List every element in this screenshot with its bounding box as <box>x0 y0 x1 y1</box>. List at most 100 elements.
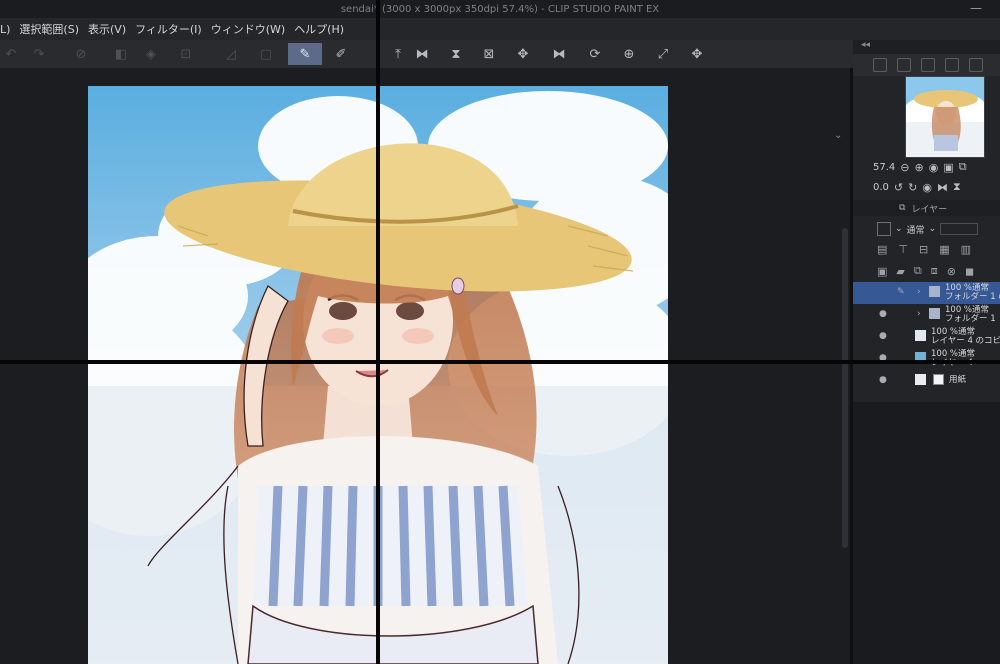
navigator-header: ◂◂ <box>853 40 1000 54</box>
chevron-down-icon[interactable]: ⌄ <box>834 130 842 141</box>
vertical-scrollbar[interactable] <box>842 228 848 548</box>
monitor-bezel-vertical <box>376 0 380 664</box>
lock-icon[interactable]: ⊟ <box>919 243 928 256</box>
menu-item-layer[interactable]: L) <box>0 23 10 36</box>
mirror-icon[interactable]: ⧓ <box>411 43 433 65</box>
folder-icon <box>929 286 940 297</box>
flip-horizontal-icon[interactable]: ⤒ <box>387 43 409 65</box>
minimize-button[interactable]: — <box>970 1 982 15</box>
flip-v-nav-icon[interactable]: ⧗ <box>953 180 961 194</box>
navigator-tabs <box>853 54 1000 76</box>
blend-mode-row: ⌄ 通常 ⌄ <box>877 220 997 238</box>
flip-vertical-icon[interactable]: ⧗ <box>445 43 467 65</box>
crop-icon[interactable]: ⊡ <box>175 43 197 65</box>
monitor-bezel-horizontal <box>0 360 1000 364</box>
rotation-controls: 0.0 ↺ ↻ ◉ ⧓ ⧗ <box>873 178 998 196</box>
paper-icon <box>933 374 944 385</box>
pen-active-icon[interactable]: ✎ <box>288 43 322 65</box>
tab-history-icon[interactable] <box>945 58 959 72</box>
fill-icon[interactable]: ◧ <box>110 43 132 65</box>
tab-navigator-icon[interactable] <box>873 58 887 72</box>
layer-name: フォルダー 1 のコピー <box>945 292 1000 302</box>
lock-transparency-icon[interactable]: ▦ <box>939 243 949 256</box>
transform-icon[interactable]: ◈ <box>140 43 162 65</box>
navigator-thumbnail[interactable] <box>905 76 985 158</box>
layer-name: フォルダー 1 <box>945 314 996 324</box>
chevron-right-icon[interactable]: › <box>917 288 921 297</box>
fit-window-icon[interactable]: ▣ <box>943 161 953 174</box>
layer-row[interactable]: ● 用紙 <box>853 370 1000 392</box>
folder-icon <box>929 308 940 319</box>
panel-collapse-icon[interactable]: ◂◂ <box>861 40 870 50</box>
menu-item-view[interactable]: 表示(V) <box>88 21 126 37</box>
fit-navigator-icon[interactable]: ⧉ <box>959 160 967 174</box>
menu-item-window[interactable]: ウィンドウ(W) <box>211 21 285 37</box>
merge-icon[interactable]: ⧈ <box>931 264 938 278</box>
zoom-icon[interactable]: ⊕ <box>618 43 640 65</box>
title-bar: sendai* (3000 x 3000px 350dpi 57.4%) - C… <box>0 0 1000 18</box>
reset-rotation-icon[interactable]: ◉ <box>922 181 932 194</box>
layer-panel-header: ⧉ レイヤー <box>853 200 1000 216</box>
rotate-icon[interactable]: ⟳ <box>584 43 606 65</box>
mask-icon[interactable]: ▥ <box>961 243 971 256</box>
mask-add-icon[interactable]: ◼ <box>965 265 974 278</box>
select-icon[interactable]: ◿ <box>220 43 242 65</box>
move-layer-icon[interactable]: ✥ <box>686 43 708 65</box>
rotation-value[interactable]: 0.0 <box>873 182 889 193</box>
eye-icon[interactable]: ● <box>879 332 887 341</box>
window-title: sendai* (3000 x 3000px 350dpi 57.4%) - C… <box>340 3 660 15</box>
rotate-right-icon[interactable]: ↻ <box>908 181 917 194</box>
redo-icon[interactable]: ↷ <box>28 43 50 65</box>
copy-layer-icon[interactable]: ⧉ <box>914 264 922 278</box>
new-folder-icon[interactable]: ▰ <box>896 265 904 278</box>
menu-item-selection[interactable]: 選択範囲(S) <box>19 21 79 37</box>
new-raster-layer-icon[interactable]: ▣ <box>877 265 887 278</box>
layer-tools-row: ▤ ⊤ ⊟ ▦ ▥ <box>877 240 999 258</box>
zoom-value[interactable]: 57.4 <box>873 162 895 173</box>
expand-icon[interactable]: ⤢ <box>652 43 674 65</box>
canvas-area[interactable]: ⌄ <box>0 68 850 664</box>
clear-icon[interactable]: ⊘ <box>70 43 92 65</box>
eye-icon[interactable]: ● <box>879 376 887 385</box>
brush-icon[interactable]: ✐ <box>330 43 352 65</box>
blend-mode-select[interactable]: 通常 <box>907 223 925 236</box>
eye-icon[interactable]: ● <box>879 310 887 319</box>
flip-h-nav-icon[interactable]: ⧓ <box>937 181 948 194</box>
layer-list: ✎ › 100 %通常 フォルダー 1 のコピー ● › 100 %通常 フォル… <box>853 282 1000 402</box>
chevron-down-icon[interactable]: ⌄ <box>929 224 937 234</box>
layer-row[interactable]: ✎ › 100 %通常 フォルダー 1 のコピー <box>853 282 1000 304</box>
fit-icon[interactable]: ⊠ <box>478 43 500 65</box>
pen-icon: ✎ <box>897 287 905 297</box>
frame-icon[interactable]: ▢ <box>255 43 277 65</box>
clip-icon[interactable]: ▤ <box>877 243 887 256</box>
zoom-out-icon[interactable]: ⊖ <box>900 161 909 174</box>
reference-icon[interactable]: ⊤ <box>898 243 908 256</box>
menu-item-help[interactable]: ヘルプ(H) <box>294 21 344 37</box>
menu-item-filter[interactable]: フィルター(I) <box>135 21 202 37</box>
layer-row[interactable]: ● 100 %通常 レイヤー 4 のコピー <box>853 326 1000 348</box>
command-bar: ↶ ↷ ⊘ ◧ ◈ ⊡ ◿ ▢ ✎ ✐ ⤒ ⧓ ⧗ ⊠ ✥ ⧓ ⟳ ⊕ ⤢ ✥ <box>0 40 1000 68</box>
tab-subview-icon[interactable] <box>897 58 911 72</box>
layer-color-swatch[interactable] <box>877 222 891 236</box>
undo-icon[interactable]: ↶ <box>0 43 22 65</box>
layer-thumbnail <box>915 330 926 341</box>
chevron-right-icon[interactable]: › <box>917 310 921 319</box>
tab-property-icon[interactable] <box>969 58 983 72</box>
chevron-down-icon[interactable]: ⌄ <box>895 224 903 234</box>
zoom-controls: 57.4 ⊖ ⊕ ◉ ▣ ⧉ <box>873 158 998 176</box>
rotate-left-icon[interactable]: ↺ <box>894 181 903 194</box>
layer-tab-label[interactable]: レイヤー <box>911 202 947 215</box>
layer-row[interactable]: ● › 100 %通常 フォルダー 1 <box>853 304 1000 326</box>
move-icon[interactable]: ✥ <box>512 43 534 65</box>
delete-layer-icon[interactable]: ⊗ <box>947 265 956 278</box>
layer-name: レイヤー 4 のコピー <box>931 336 1000 346</box>
layer-row[interactable]: ● 100 %通常 レイヤー 4 <box>853 348 1000 370</box>
layer-tools-row-2: ▣ ▰ ⧉ ⧈ ⊗ ◼ <box>877 262 999 280</box>
tab-info-icon[interactable] <box>921 58 935 72</box>
zoom-in-icon[interactable]: ⊕ <box>914 161 923 174</box>
actual-size-icon[interactable]: ◉ <box>929 161 939 174</box>
layer-thumbnail <box>915 374 926 385</box>
opacity-slider[interactable] <box>940 223 979 235</box>
flip-icon[interactable]: ⧓ <box>548 43 570 65</box>
layer-name: 用紙 <box>949 375 967 385</box>
